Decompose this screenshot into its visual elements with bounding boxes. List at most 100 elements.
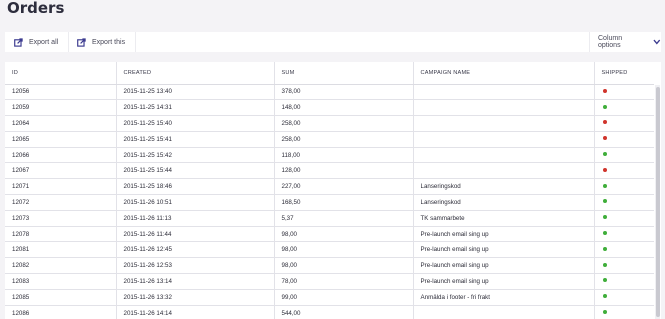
cell-id: 12056 bbox=[5, 84, 117, 101]
cell-sum: 99,00 bbox=[274, 289, 414, 306]
table-row[interactable]: 12086 2015-11-26 14:14 544,00 bbox=[5, 305, 654, 319]
cell-created: 2015-11-26 14:14 bbox=[116, 305, 275, 319]
cell-created: 2015-11-26 12:53 bbox=[116, 257, 275, 275]
shipped-status-dot bbox=[602, 183, 607, 188]
cell-shipped bbox=[594, 194, 654, 211]
table-row[interactable]: 12064 2015-11-25 15:40 258,00 bbox=[5, 115, 654, 132]
cell-shipped bbox=[594, 305, 654, 319]
cell-campaign-name: Anmälda i footer - fri frakt bbox=[413, 289, 595, 306]
column-header-sum[interactable]: SUM bbox=[274, 62, 414, 85]
cell-shipped bbox=[594, 289, 654, 306]
shipped-status-dot bbox=[602, 151, 607, 156]
shipped-status-dot bbox=[602, 309, 607, 314]
cell-shipped bbox=[594, 241, 654, 259]
cell-id: 12065 bbox=[5, 131, 117, 148]
cell-created: 2015-11-25 18:46 bbox=[116, 178, 275, 196]
cell-sum: 98,00 bbox=[274, 257, 414, 275]
cell-campaign-name bbox=[413, 84, 595, 101]
cell-sum: 258,00 bbox=[274, 115, 414, 132]
column-options-dropdown[interactable]: Column options bbox=[589, 32, 661, 52]
cell-created: 2015-11-26 12:45 bbox=[116, 241, 275, 259]
not-shipped-status-dot bbox=[602, 120, 607, 125]
table-row[interactable]: 12071 2015-11-25 18:46 227,00 Lanseringskod bbox=[5, 178, 654, 196]
table-row[interactable]: 12072 2015-11-26 10:51 168,50 Lanseringskod bbox=[5, 194, 654, 211]
cell-campaign-name: Pre-launch email sing up bbox=[413, 226, 595, 243]
cell-created: 2015-11-26 11:13 bbox=[116, 210, 275, 227]
page-title: Orders bbox=[7, 0, 65, 17]
cell-created: 2015-11-25 15:44 bbox=[116, 162, 275, 180]
cell-sum: 78,00 bbox=[274, 273, 414, 290]
cell-created: 2015-11-25 13:40 bbox=[116, 84, 275, 101]
column-header-id[interactable]: ID bbox=[5, 62, 117, 85]
cell-sum: 98,00 bbox=[274, 241, 414, 259]
cell-sum: 378,00 bbox=[274, 84, 414, 101]
table-row[interactable]: 12083 2015-11-26 13:14 78,00 Pre-launch ema… bbox=[5, 273, 654, 290]
cell-created: 2015-11-25 15:41 bbox=[116, 131, 275, 148]
cell-shipped bbox=[594, 131, 654, 148]
cell-id: 12067 bbox=[5, 162, 117, 180]
not-shipped-status-dot bbox=[602, 167, 607, 172]
cell-sum: 128,00 bbox=[274, 162, 414, 180]
shipped-status-dot bbox=[602, 230, 607, 235]
table-row[interactable]: 12081 2015-11-26 12:45 98,00 Pre-launch ema… bbox=[5, 241, 654, 259]
cell-campaign-name: Pre-launch email sing up bbox=[413, 257, 595, 275]
cell-sum: 544,00 bbox=[274, 305, 414, 319]
cell-sum: 168,50 bbox=[274, 194, 414, 211]
cell-shipped bbox=[594, 162, 654, 180]
column-header-created[interactable]: CREATED bbox=[116, 62, 275, 85]
cell-id: 12081 bbox=[5, 241, 117, 259]
cell-shipped bbox=[594, 84, 654, 101]
scrollbar-thumb[interactable] bbox=[655, 87, 660, 317]
table-row[interactable]: 12082 2015-11-26 12:53 98,00 Pre-launch ema… bbox=[5, 257, 654, 275]
cell-campaign-name bbox=[413, 115, 595, 132]
table-row[interactable]: 12066 2015-11-25 15:42 118,00 bbox=[5, 147, 654, 164]
cell-campaign-name: Pre-launch email sing up bbox=[413, 273, 595, 290]
orders-table: ID CREATED SUM CAMPAIGN NAME SHIPPED 120… bbox=[5, 62, 654, 319]
shipped-status-dot bbox=[602, 262, 607, 267]
table-row[interactable]: 12078 2015-11-26 11:44 98,00 Pre-launch ema… bbox=[5, 226, 654, 243]
column-header-campaign-name[interactable]: CAMPAIGN NAME bbox=[413, 62, 595, 85]
cell-id: 12066 bbox=[5, 147, 117, 164]
shipped-status-dot bbox=[602, 246, 607, 251]
table-row[interactable]: 12059 2015-11-25 14:31 148,00 bbox=[5, 99, 654, 117]
table-row[interactable]: 12056 2015-11-25 13:40 378,00 bbox=[5, 84, 654, 101]
table-row[interactable]: 12073 2015-11-26 11:13 5,37 TK sammarbete bbox=[5, 210, 654, 227]
column-options-label: Column options bbox=[598, 35, 623, 49]
export-this-label: Export this bbox=[92, 38, 126, 46]
export-all-button[interactable]: Export all bbox=[5, 32, 69, 52]
cell-shipped bbox=[594, 178, 654, 196]
cell-id: 12064 bbox=[5, 115, 117, 132]
export-icon bbox=[14, 37, 23, 47]
cell-sum: 98,00 bbox=[274, 226, 414, 243]
cell-campaign-name bbox=[413, 305, 595, 319]
cell-campaign-name: Pre-launch email sing up bbox=[413, 241, 595, 259]
cell-sum: 118,00 bbox=[274, 147, 414, 164]
shipped-status-dot bbox=[602, 104, 607, 109]
cell-created: 2015-11-26 11:44 bbox=[116, 226, 275, 243]
cell-shipped bbox=[594, 226, 654, 243]
cell-shipped bbox=[594, 257, 654, 275]
cell-shipped bbox=[594, 99, 654, 117]
chevron-down-icon bbox=[653, 39, 661, 45]
column-header-shipped[interactable]: SHIPPED bbox=[594, 62, 654, 85]
cell-campaign-name bbox=[413, 162, 595, 180]
vertical-scrollbar[interactable] bbox=[655, 85, 660, 319]
shipped-status-dot bbox=[602, 215, 607, 220]
cell-id: 12072 bbox=[5, 194, 117, 211]
orders-table-container: ID CREATED SUM CAMPAIGN NAME SHIPPED 120… bbox=[5, 62, 661, 319]
cell-created: 2015-11-25 15:42 bbox=[116, 147, 275, 164]
cell-shipped bbox=[594, 115, 654, 132]
cell-campaign-name bbox=[413, 131, 595, 148]
cell-sum: 227,00 bbox=[274, 178, 414, 196]
export-this-button[interactable]: Export this bbox=[69, 32, 136, 52]
table-row[interactable]: 12085 2015-11-26 13:32 99,00 Anmälda i foot… bbox=[5, 289, 654, 306]
not-shipped-status-dot bbox=[602, 88, 607, 93]
cell-created: 2015-11-25 14:31 bbox=[116, 99, 275, 117]
cell-id: 12086 bbox=[5, 305, 117, 319]
not-shipped-status-dot bbox=[602, 136, 607, 141]
table-body: 12056 2015-11-25 13:40 378,00 12059 2015-11-… bbox=[5, 84, 654, 319]
table-row[interactable]: 12067 2015-11-25 15:44 128,00 bbox=[5, 162, 654, 180]
cell-id: 12082 bbox=[5, 257, 117, 275]
cell-sum: 5,37 bbox=[274, 210, 414, 227]
table-row[interactable]: 12065 2015-11-25 15:41 258,00 bbox=[5, 131, 654, 148]
